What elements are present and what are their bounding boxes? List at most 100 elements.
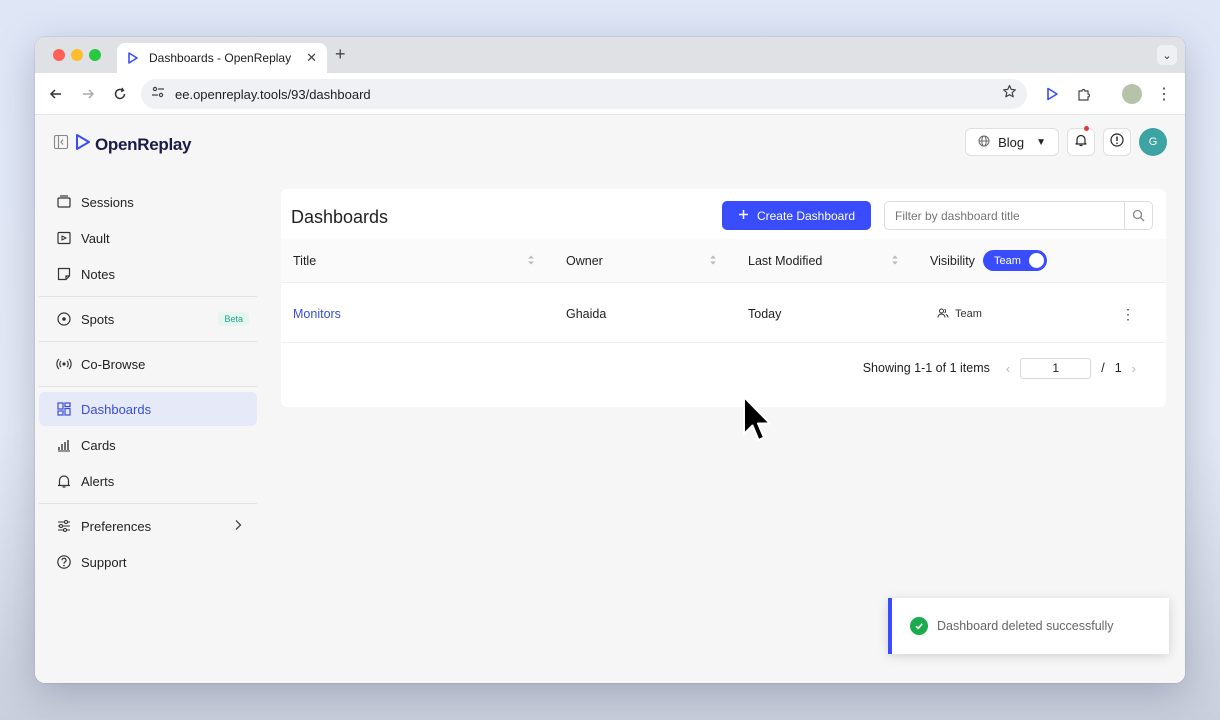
filter-box <box>884 201 1153 230</box>
globe-icon <box>978 135 990 150</box>
sidebar-item-dashboards[interactable]: Dashboards <box>39 392 257 426</box>
address-bar[interactable]: ee.openreplay.tools/93/dashboard <box>141 79 1027 109</box>
sidebar-item-sessions[interactable]: Sessions <box>39 185 257 219</box>
sidebar-item-label: Support <box>81 554 127 570</box>
visibility-cell: Team <box>937 285 982 343</box>
page-title: Dashboards <box>291 207 389 227</box>
sidebar-item-label: Spots <box>81 311 115 327</box>
site-settings-icon[interactable] <box>151 85 165 104</box>
project-name: Blog <box>998 134 1025 150</box>
support-icon <box>55 553 73 571</box>
sidebar: Sessions Vault Notes Spots Beta Co-Brows… <box>39 185 257 581</box>
sidebar-item-alerts[interactable]: Alerts <box>39 464 257 498</box>
visibility-team-toggle[interactable]: Team <box>983 250 1047 271</box>
minimize-window-button[interactable] <box>71 49 83 61</box>
reload-icon[interactable] <box>109 83 131 105</box>
sidebar-item-support[interactable]: Support <box>39 545 257 579</box>
team-users-icon <box>937 307 949 322</box>
create-dashboard-button[interactable]: Create Dashboard <box>722 201 871 230</box>
bookmark-star-icon[interactable] <box>1002 84 1017 104</box>
health-status-button[interactable] <box>1103 128 1131 156</box>
sidebar-item-spots[interactable]: Spots Beta <box>39 302 257 336</box>
bell-icon <box>1074 133 1088 152</box>
cards-icon <box>55 436 73 454</box>
table-row[interactable]: Monitors Ghaida Today Team ⋮ <box>281 285 1166 343</box>
sidebar-item-notes[interactable]: Notes <box>39 257 257 291</box>
success-toast: Dashboard deleted successfully <box>888 598 1169 654</box>
sidebar-item-cards[interactable]: Cards <box>39 428 257 462</box>
sidebar-item-vault[interactable]: Vault <box>39 221 257 255</box>
header-actions: Blog ▼ G <box>965 126 1167 156</box>
page-number-input[interactable] <box>1020 357 1092 379</box>
profile-avatar[interactable] <box>1121 83 1143 105</box>
plus-icon <box>738 209 749 223</box>
check-circle-icon <box>910 617 928 635</box>
filter-input[interactable] <box>885 202 1124 229</box>
sidebar-item-label: Preferences <box>81 518 152 534</box>
pagination-summary: Showing 1-1 of 1 items <box>862 361 990 375</box>
logo-text: OpenReplay <box>95 134 192 154</box>
url-text: ee.openreplay.tools/93/dashboard <box>175 86 371 102</box>
openreplay-logo-icon <box>75 133 91 156</box>
owner-cell: Ghaida <box>566 307 607 321</box>
beta-badge: Beta <box>218 312 249 326</box>
prev-page-icon[interactable]: ‹ <box>1006 361 1010 376</box>
vault-icon <box>55 229 73 247</box>
column-last-modified[interactable]: Last Modified <box>748 239 822 283</box>
maximize-window-button[interactable] <box>89 49 101 61</box>
project-selector[interactable]: Blog ▼ <box>965 128 1059 156</box>
close-window-button[interactable] <box>53 49 65 61</box>
pagination: Showing 1-1 of 1 items ‹ / 1 › <box>863 357 1136 379</box>
dashboard-title-link[interactable]: Monitors <box>293 285 341 343</box>
chevron-right-icon <box>233 519 243 534</box>
sort-icon[interactable] <box>709 254 717 269</box>
column-owner[interactable]: Owner <box>566 239 603 283</box>
caret-down-icon: ▼ <box>1036 136 1046 148</box>
back-arrow-icon[interactable] <box>45 83 67 105</box>
sidebar-item-label: Sessions <box>81 194 134 210</box>
sessions-icon <box>55 193 73 211</box>
sort-icon[interactable] <box>527 254 535 269</box>
notifications-button[interactable] <box>1067 126 1095 156</box>
sidebar-item-label: Dashboards <box>81 401 152 417</box>
user-avatar[interactable]: G <box>1139 128 1167 156</box>
co-browse-icon <box>55 355 73 373</box>
last-modified-cell: Today <box>748 307 782 321</box>
next-page-icon[interactable]: › <box>1132 361 1136 376</box>
sidebar-item-label: Alerts <box>81 473 115 489</box>
preferences-icon <box>55 517 73 535</box>
column-visibility: Visibility <box>930 254 975 268</box>
openreplay-favicon-icon <box>127 51 141 65</box>
toggle-label: Team <box>994 254 1021 267</box>
sidebar-item-label: Cards <box>81 437 116 453</box>
alerts-icon <box>55 472 73 490</box>
row-menu-icon[interactable]: ⋮ <box>1121 285 1135 343</box>
sidebar-item-label: Vault <box>81 230 110 246</box>
create-dashboard-label: Create Dashboard <box>756 208 856 223</box>
total-pages: 1 <box>1114 361 1122 375</box>
column-title[interactable]: Title <box>293 239 316 283</box>
browser-toolbar: ee.openreplay.tools/93/dashboard ⋮ <box>35 73 1185 115</box>
toggle-knob <box>1029 253 1044 268</box>
table-header: Title Owner Last Modified Visibility Tea… <box>281 239 1166 283</box>
openreplay-extension-icon[interactable] <box>1041 83 1063 105</box>
forward-arrow-icon[interactable] <box>77 83 99 105</box>
sidebar-divider <box>39 341 257 342</box>
logo[interactable]: OpenReplay <box>53 133 192 156</box>
sort-icon[interactable] <box>891 254 899 269</box>
tab-search-chevron-icon[interactable]: ⌄ <box>1157 45 1177 65</box>
browser-window: Dashboards - OpenReplay ✕ + ⌄ ee.openrep… <box>35 37 1185 683</box>
visibility-label: Team <box>955 308 982 320</box>
browser-menu-icon[interactable]: ⋮ <box>1153 83 1175 105</box>
sidebar-item-co-browse[interactable]: Co-Browse <box>39 347 257 381</box>
browser-tab[interactable]: Dashboards - OpenReplay ✕ <box>117 43 327 73</box>
new-tab-button[interactable]: + <box>335 44 346 65</box>
page-separator: / <box>1101 361 1105 375</box>
extensions-puzzle-icon[interactable] <box>1073 83 1095 105</box>
notes-icon <box>55 265 73 283</box>
sidebar-item-label: Co-Browse <box>81 356 146 372</box>
sidebar-item-preferences[interactable]: Preferences <box>39 509 257 543</box>
tab-close-icon[interactable]: ✕ <box>306 50 317 66</box>
collapse-sidebar-icon[interactable] <box>53 134 69 155</box>
search-icon[interactable] <box>1124 202 1152 229</box>
